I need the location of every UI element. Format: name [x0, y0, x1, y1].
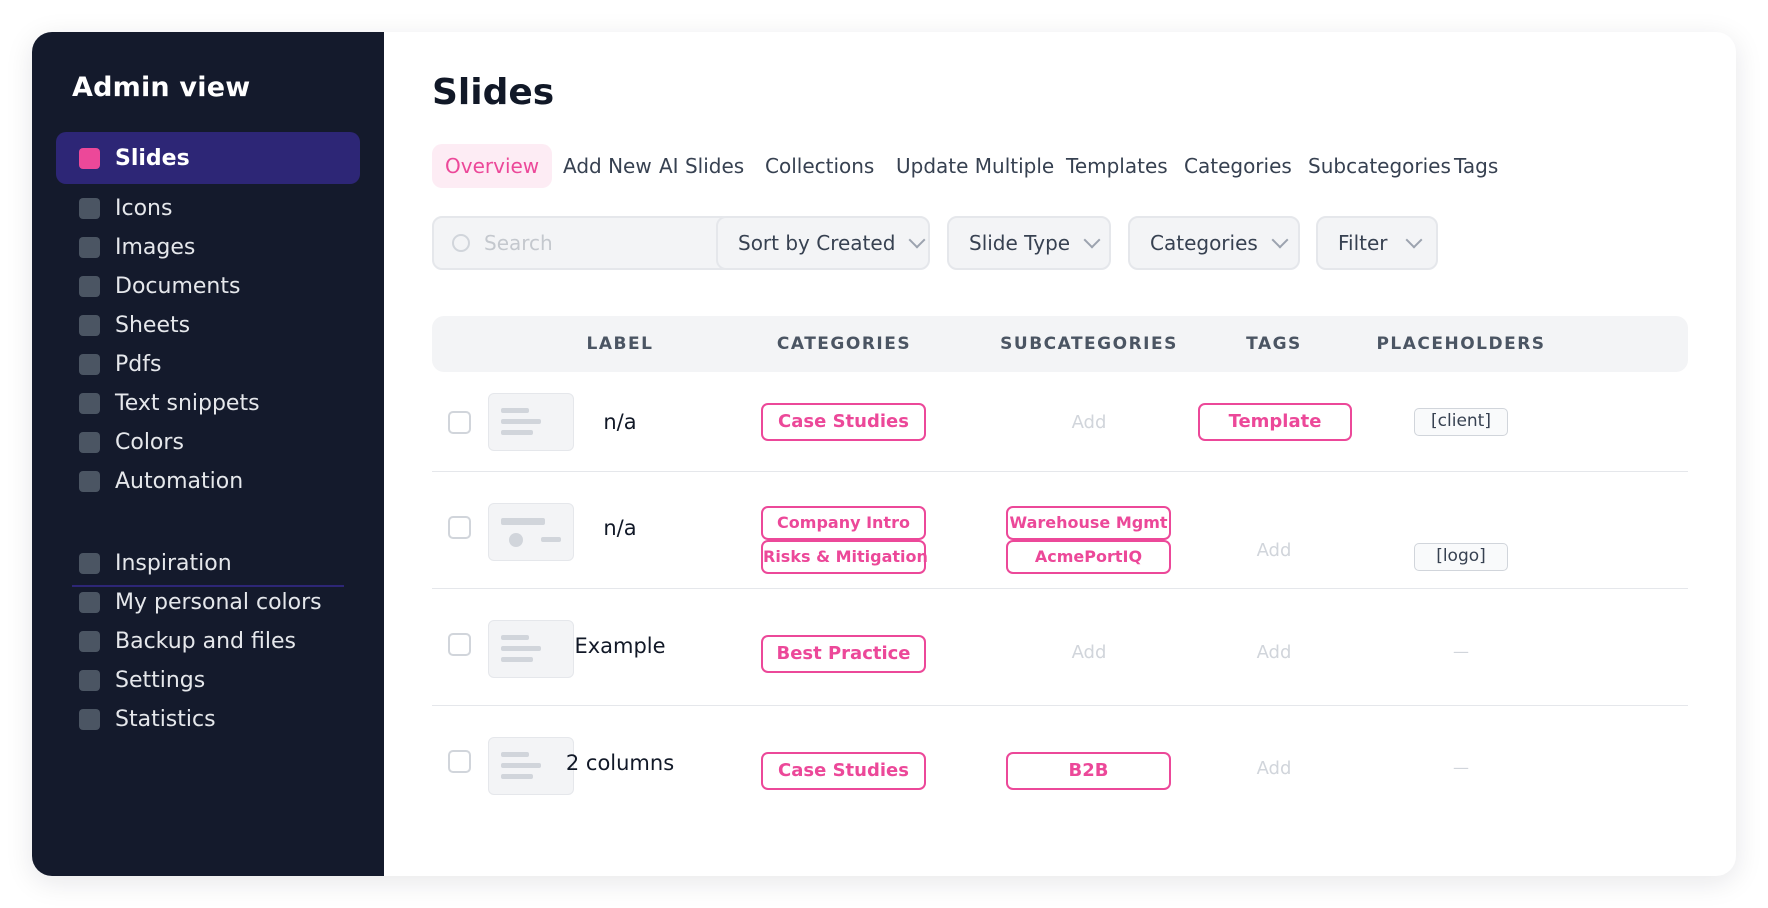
tag-chip[interactable]: Template: [1198, 403, 1352, 441]
categories-dropdown-label: Categories: [1150, 231, 1258, 255]
add-tag-link[interactable]: Add: [1185, 642, 1363, 663]
sidebar-item-label: Icons: [115, 195, 173, 221]
slide-type-dropdown[interactable]: Slide Type: [947, 216, 1111, 270]
column-header-categories: CATEGORIES: [776, 334, 912, 354]
slide-label: n/a: [603, 516, 637, 540]
add-tag-link[interactable]: Add: [1185, 758, 1363, 779]
sidebar-item-label: Documents: [115, 273, 241, 299]
nav-checkbox-icon: [79, 197, 100, 219]
nav-checkbox-icon: [79, 147, 100, 169]
table-row[interactable]: n/a Company Intro Risks & Mitigation War…: [432, 472, 1688, 589]
search-icon: [452, 234, 470, 252]
sidebar-item-label: Images: [115, 234, 196, 260]
category-tag[interactable]: Company Intro: [761, 506, 926, 540]
placeholder-chip: [logo]: [1414, 543, 1508, 571]
slide-label: n/a: [603, 410, 637, 434]
tab-collections[interactable]: Collections: [765, 144, 874, 188]
nav-checkbox-icon: [79, 275, 100, 297]
page-title: Slides: [432, 72, 555, 113]
filter-dropdown[interactable]: Filter: [1316, 216, 1438, 270]
nav-checkbox-icon: [79, 353, 100, 375]
nav-checkbox-icon: [79, 236, 100, 258]
nav-checkbox-icon: [79, 669, 100, 691]
tab-overview[interactable]: Overview: [432, 144, 553, 188]
sidebar-item-label: Backup and files: [115, 628, 296, 654]
category-tag[interactable]: Case Studies: [761, 403, 926, 441]
category-tag[interactable]: Case Studies: [761, 752, 926, 790]
filter-dropdown-label: Filter: [1338, 231, 1388, 255]
add-subcategory-link[interactable]: Add: [993, 642, 1185, 663]
sidebar-item-label: Statistics: [115, 706, 216, 732]
sidebar-item-label: Slides: [115, 145, 190, 171]
placeholder-chip: [client]: [1414, 408, 1508, 436]
column-header-subcategories: SUBCATEGORIES: [1000, 334, 1178, 354]
main-content: Slides Overview Add New AI Slides Collec…: [384, 32, 1736, 876]
sidebar-item-automation[interactable]: Automation: [56, 455, 360, 507]
nav-checkbox-icon: [79, 591, 100, 613]
sidebar-item-label: Inspiration: [115, 550, 232, 576]
tab-subcategories[interactable]: Subcategories: [1308, 144, 1451, 188]
empty-placeholders: —: [1453, 758, 1469, 777]
chevron-down-icon: [908, 231, 926, 249]
empty-placeholders: —: [1453, 642, 1469, 661]
search-box[interactable]: [432, 216, 732, 270]
nav-checkbox-icon: [79, 392, 100, 414]
sort-dropdown-label: Sort by Created: [738, 231, 896, 255]
sidebar-item-statistics[interactable]: Statistics: [56, 693, 360, 745]
sort-dropdown[interactable]: Sort by Created: [716, 216, 930, 270]
nav-checkbox-icon: [79, 470, 100, 492]
table-header: LABEL CATEGORIES SUBCATEGORIES TAGS PLAC…: [432, 316, 1688, 372]
category-tag[interactable]: Best Practice: [761, 635, 926, 673]
tab-ai-slides[interactable]: AI Slides: [659, 144, 744, 188]
slide-label: 2 columns: [565, 751, 675, 775]
table-row[interactable]: Example Best Practice Add Add —: [432, 589, 1688, 706]
sidebar-item-slides[interactable]: Slides: [56, 132, 360, 184]
add-subcategory-link[interactable]: Add: [993, 412, 1185, 433]
sidebar-title: Admin view: [72, 72, 251, 103]
row-checkbox[interactable]: [448, 411, 471, 434]
tab-categories[interactable]: Categories: [1184, 144, 1292, 188]
subcategory-tag[interactable]: AcmePortIQ: [1006, 540, 1171, 574]
tab-templates[interactable]: Templates: [1066, 144, 1168, 188]
nav-checkbox-icon: [79, 552, 100, 574]
subcategory-tag[interactable]: Warehouse Mgmt: [1006, 506, 1171, 540]
row-checkbox[interactable]: [448, 633, 471, 656]
category-tag[interactable]: Risks & Mitigation: [761, 540, 928, 574]
column-header-tags: TAGS: [1246, 334, 1302, 354]
table-row[interactable]: 2 columns Case Studies B2B Add —: [432, 706, 1688, 822]
column-header-placeholders: PLACEHOLDERS: [1376, 334, 1546, 354]
nav-checkbox-icon: [79, 708, 100, 730]
row-checkbox[interactable]: [448, 750, 471, 773]
chevron-down-icon: [1083, 231, 1101, 249]
slide-label: Example: [574, 634, 666, 658]
table-row[interactable]: n/a Case Studies Add Template [client]: [432, 372, 1688, 472]
categories-dropdown[interactable]: Categories: [1128, 216, 1300, 270]
slide-type-dropdown-label: Slide Type: [969, 231, 1071, 255]
sidebar-item-label: Automation: [115, 468, 244, 494]
nav-checkbox-icon: [79, 314, 100, 336]
sidebar-item-label: My personal colors: [115, 589, 322, 615]
tab-add-new[interactable]: Add New: [563, 144, 652, 188]
subcategory-tag[interactable]: B2B: [1006, 752, 1171, 790]
row-checkbox[interactable]: [448, 516, 471, 539]
column-header-label: LABEL: [586, 334, 654, 354]
sidebar-item-label: Text snippets: [115, 390, 260, 416]
chevron-down-icon: [1271, 231, 1289, 249]
sidebar-item-label: Sheets: [115, 312, 191, 338]
search-input[interactable]: [484, 231, 714, 255]
app-window: Admin view Slides Icons Images Documents…: [32, 32, 1736, 876]
sidebar-item-label: Settings: [115, 667, 206, 693]
sidebar-item-label: Pdfs: [115, 351, 162, 377]
chevron-down-icon: [1405, 231, 1423, 249]
nav-checkbox-icon: [79, 630, 100, 652]
nav-checkbox-icon: [79, 431, 100, 453]
sidebar-item-label: Colors: [115, 429, 184, 455]
tab-tags[interactable]: Tags: [1454, 144, 1498, 188]
tab-update-multiple[interactable]: Update Multiple: [896, 144, 1054, 188]
add-tag-link[interactable]: Add: [1185, 540, 1363, 561]
sidebar: Admin view Slides Icons Images Documents…: [32, 32, 384, 876]
